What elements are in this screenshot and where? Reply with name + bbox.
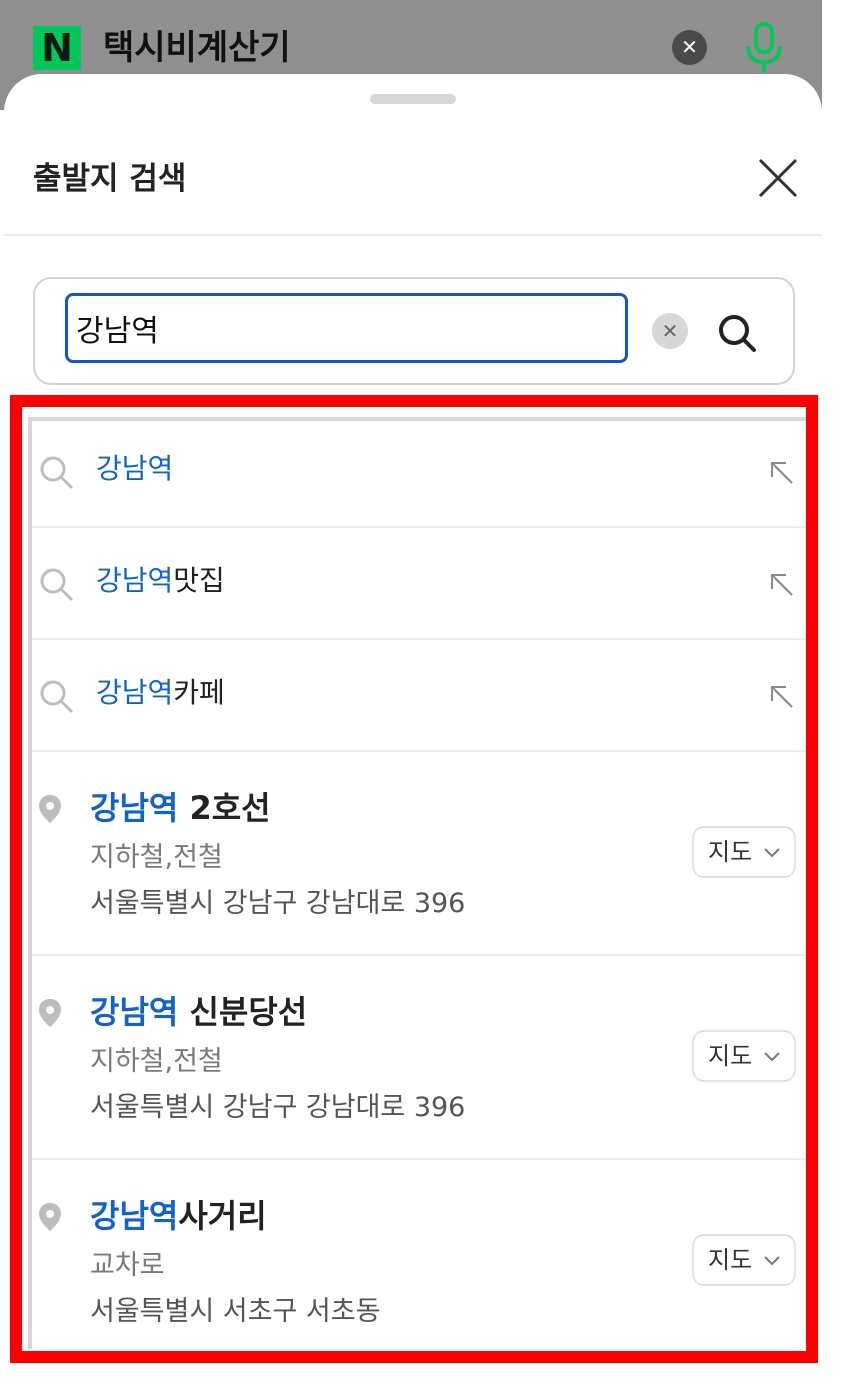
logo-letter: N xyxy=(41,26,73,70)
naver-logo[interactable]: N xyxy=(33,26,81,70)
header-search-query[interactable]: 택시비계산기 xyxy=(103,26,291,70)
close-icon[interactable] xyxy=(752,152,804,204)
search-icon[interactable] xyxy=(714,310,760,356)
sheet-drag-handle[interactable] xyxy=(370,94,456,104)
header-divider xyxy=(4,234,822,236)
clear-input-icon[interactable]: ✕ xyxy=(652,313,688,349)
microphone-icon[interactable] xyxy=(740,20,788,76)
sheet-title: 출발지 검색 xyxy=(33,161,187,197)
close-circle-icon[interactable]: ✕ xyxy=(672,30,707,65)
annotation-highlight-box xyxy=(10,395,818,1363)
page-gutter xyxy=(822,0,846,1384)
search-input[interactable] xyxy=(65,293,628,363)
